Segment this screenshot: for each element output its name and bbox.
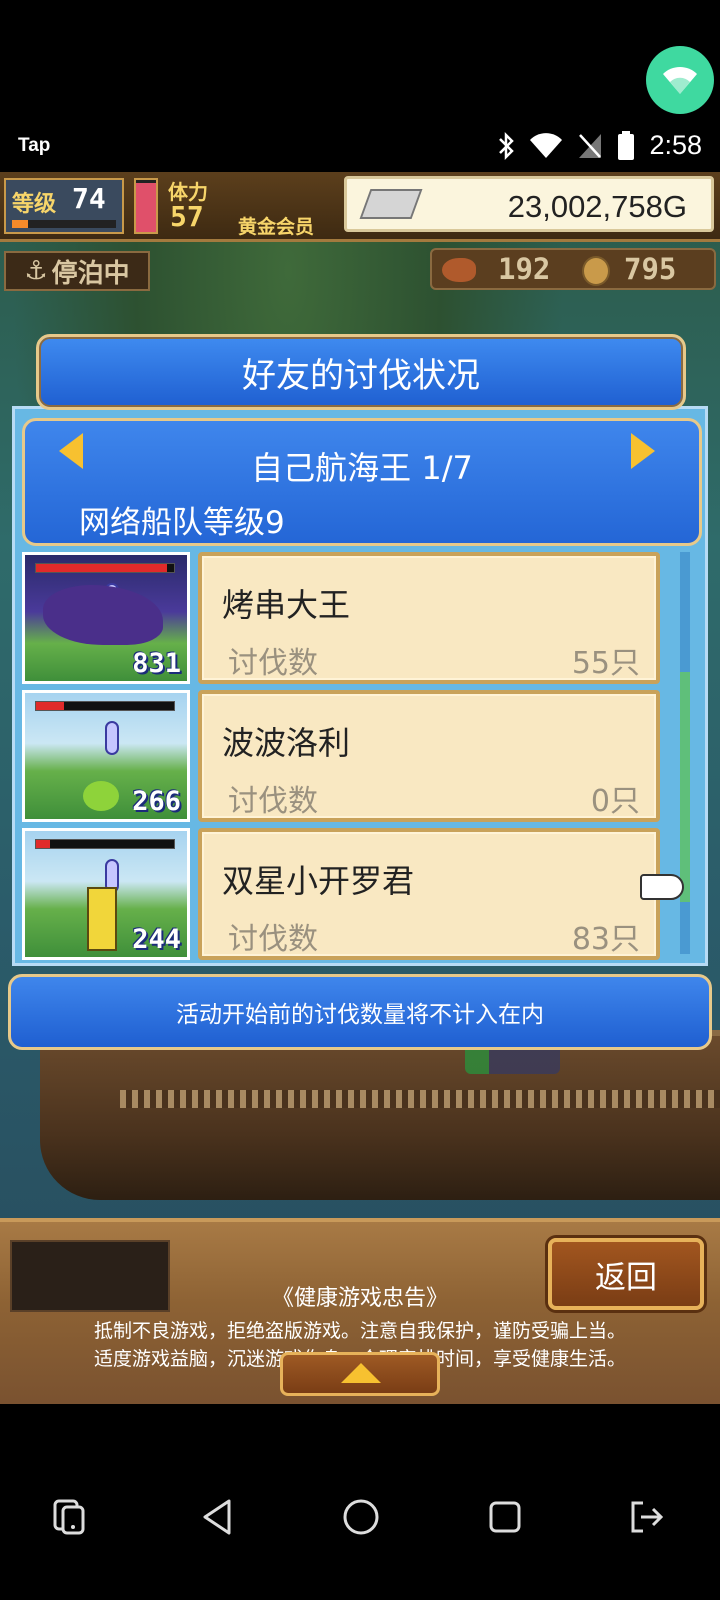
friend-card[interactable]: 双星小开罗君 讨伐数 83只 — [198, 828, 660, 960]
fleet-title: 自己航海王 1/7 — [251, 449, 473, 487]
defeat-count: 83只 — [571, 922, 640, 957]
level-progress-bar — [12, 220, 116, 228]
friend-name: 烤串大王 — [222, 586, 351, 624]
clock: 2:58 — [649, 130, 702, 160]
silver-bar-icon — [359, 189, 423, 219]
ship-hull — [40, 1030, 720, 1200]
monster-count: 831 — [132, 648, 181, 679]
monster-thumbnail: 244 — [22, 828, 190, 960]
exit-icon — [631, 1501, 664, 1533]
monster-hp-fill — [36, 702, 64, 710]
recents-nav-button[interactable] — [480, 1492, 530, 1542]
monster-count: 266 — [132, 786, 181, 817]
back-icon — [203, 1499, 231, 1535]
home-nav-button[interactable] — [336, 1492, 386, 1542]
bluetooth-icon — [499, 131, 515, 160]
resource-strip: 192 795 — [430, 248, 716, 290]
docked-label: 停泊中 — [51, 258, 130, 289]
advisory-title: 《健康游戏忠告》 — [271, 1286, 448, 1311]
list-item[interactable]: 244 双星小开罗君 讨伐数 83只 — [22, 828, 672, 960]
monster-sprite — [87, 887, 117, 951]
friend-name: 双星小开罗君 — [222, 862, 415, 900]
wifi-icon — [663, 66, 697, 94]
screenshot-button[interactable] — [44, 1492, 94, 1542]
defeat-count: 0只 — [590, 784, 640, 819]
level-value: 74 — [72, 182, 106, 215]
modal-title-bar: 好友的讨伐状况 — [36, 334, 686, 410]
list-item[interactable]: 831 烤串大王 讨伐数 55只 — [22, 552, 672, 684]
monster-thumbnail: 831 — [22, 552, 190, 684]
level-label: 等级 — [12, 192, 57, 217]
coin-icon — [582, 256, 610, 286]
stamina-value: 57 — [170, 200, 204, 233]
list-item[interactable]: 266 波波洛利 讨伐数 0只 — [22, 690, 672, 822]
friend-card[interactable]: 波波洛利 讨伐数 0只 — [198, 690, 660, 822]
hud-bar: 等级 74 体力 57 黄金会员 23,002,758G — [0, 172, 720, 242]
defeat-label: 讨伐数 — [228, 784, 318, 819]
monster-hp-bar — [35, 701, 175, 711]
monster-hp-bar — [35, 839, 175, 849]
defeat-count: 55只 — [571, 646, 640, 681]
coin-count: 795 — [624, 252, 677, 286]
meat-icon — [442, 258, 476, 282]
docked-badge: ⚓ 停泊中 — [4, 251, 150, 291]
wifi-bubble[interactable] — [646, 46, 714, 114]
app-label: Tap — [18, 135, 51, 156]
status-bar: Tap 2:58 — [0, 0, 720, 172]
fleet-level: 网络船队等级9 — [79, 505, 285, 541]
notice-text: 活动开始前的讨伐数量将不计入在内 — [176, 1002, 544, 1028]
system-nav-bar — [0, 1404, 720, 1600]
home-icon — [343, 1499, 379, 1535]
expand-button[interactable] — [280, 1352, 440, 1396]
gold-box[interactable]: 23,002,758G — [344, 176, 714, 232]
level-progress-fill — [12, 220, 28, 228]
defeat-label: 讨伐数 — [228, 646, 318, 681]
level-box[interactable]: 等级 74 — [4, 178, 124, 234]
monster-hp-fill — [36, 840, 50, 848]
friend-name: 波波洛利 — [222, 724, 351, 762]
advisory-line-1: 抵制不良游戏，拒绝盗版游戏。注意自我保护，谨防受骗上当。 — [93, 1320, 626, 1342]
hp-gauge — [134, 178, 158, 234]
notice-bar: 活动开始前的讨伐数量将不计入在内 — [8, 974, 712, 1050]
defeat-label: 讨伐数 — [228, 922, 318, 957]
exit-nav-button[interactable] — [622, 1492, 672, 1542]
monster-hp-fill — [36, 564, 168, 572]
status-icons: 2:58 — [497, 130, 702, 161]
modal-title: 好友的讨伐状况 — [242, 355, 480, 396]
monster-thumbnail: 266 — [22, 690, 190, 822]
monster-count: 244 — [132, 924, 181, 955]
alert-icon — [105, 721, 119, 755]
fleet-header: 自己航海王 1/7 网络船队等级9 — [22, 418, 702, 546]
friend-card[interactable]: 烤串大王 讨伐数 55只 — [198, 552, 660, 684]
hp-gauge-fill — [136, 182, 156, 232]
monster-sprite — [43, 585, 163, 645]
monster-sprite — [83, 781, 119, 811]
scrollbar-thumb[interactable] — [680, 672, 690, 903]
footer-bar: 返回 《健康游戏忠告》 抵制不良游戏，拒绝盗版游戏。注意自我保护，谨防受骗上当。… — [0, 1218, 720, 1404]
wifi-icon — [530, 132, 563, 158]
no-sim-icon — [579, 133, 602, 158]
gold-value: 23,002,758G — [507, 189, 687, 224]
battery-icon — [618, 130, 635, 160]
ship-rail — [120, 1090, 720, 1108]
pointing-hand-icon — [640, 874, 684, 900]
food-count: 192 — [498, 252, 551, 286]
member-label: 黄金会员 — [238, 216, 315, 238]
screenshot-icon — [53, 1499, 85, 1535]
chevron-up-icon — [341, 1363, 381, 1383]
back-nav-button[interactable] — [192, 1492, 242, 1542]
monster-hp-bar — [35, 563, 175, 573]
recents-icon — [489, 1501, 521, 1533]
anchor-icon: ⚓ — [24, 256, 48, 286]
